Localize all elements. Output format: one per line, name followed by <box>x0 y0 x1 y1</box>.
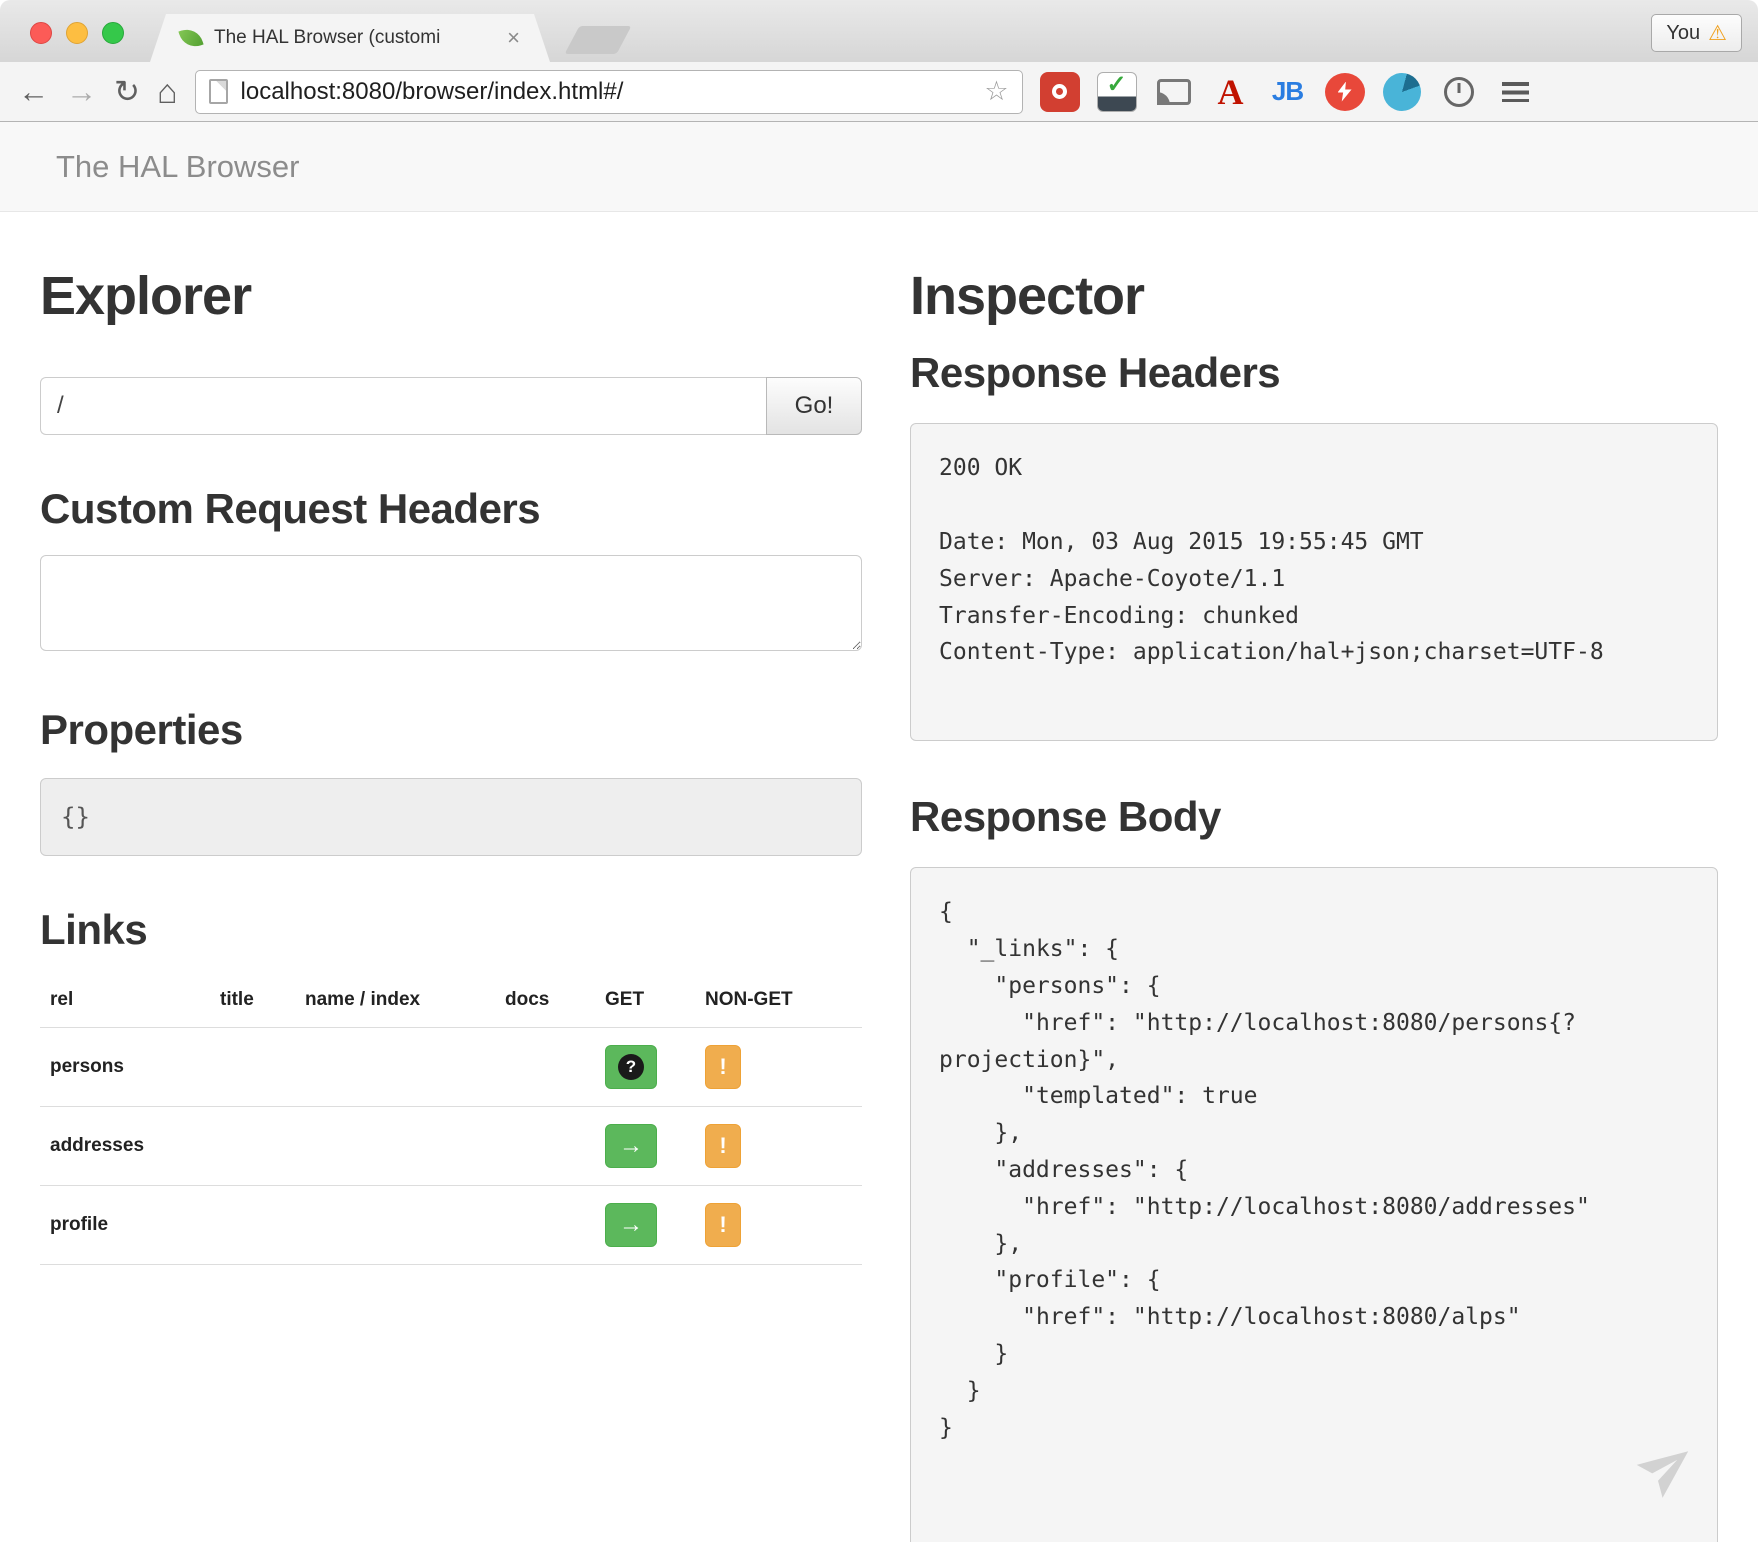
checkmark-icon: ✓ <box>1106 73 1126 97</box>
exclamation-icon: ! <box>719 1214 726 1236</box>
spring-leaf-favicon-icon <box>180 27 202 49</box>
forward-button[interactable]: → <box>66 76 97 107</box>
link-title <box>210 1027 295 1106</box>
col-header-docs: docs <box>495 973 595 1028</box>
col-header-rel: rel <box>40 973 210 1028</box>
explorer-address-input[interactable] <box>40 377 766 435</box>
bookmark-star-icon[interactable]: ☆ <box>984 76 1008 107</box>
acrobat-extension-icon[interactable]: A <box>1211 72 1251 112</box>
site-brand[interactable]: The HAL Browser <box>56 149 300 185</box>
link-title <box>210 1106 295 1185</box>
url-text[interactable]: localhost:8080/browser/index.html#/ <box>241 78 972 106</box>
arrow-right-icon: → <box>619 1213 643 1237</box>
browser-tab[interactable]: The HAL Browser (customi × <box>150 14 550 62</box>
inspector-title: Inspector <box>910 268 1718 325</box>
response-headers: 200 OK Date: Mon, 03 Aug 2015 19:55:45 G… <box>910 423 1718 741</box>
checklist-extension-icon[interactable]: ✓ <box>1097 72 1137 112</box>
explorer-address-form: Go! <box>40 377 862 435</box>
col-header-get: GET <box>595 973 695 1028</box>
tab-title: The HAL Browser (customi <box>214 27 491 49</box>
link-docs <box>495 1106 595 1185</box>
pie-circle-icon <box>1383 73 1421 111</box>
password-extension-icon[interactable] <box>1040 72 1080 112</box>
back-button[interactable]: ← <box>18 76 49 107</box>
page-icon <box>209 79 228 104</box>
menu-button[interactable] <box>1496 72 1536 112</box>
properties-title: Properties <box>40 708 862 752</box>
profile-label: You <box>1666 22 1700 45</box>
cast-extension-icon[interactable] <box>1154 72 1194 112</box>
arrow-right-icon: → <box>619 1134 643 1158</box>
link-rel: profile <box>40 1185 210 1264</box>
col-header-nonget: NON-GET <box>695 973 862 1028</box>
get-button[interactable]: → <box>605 1124 657 1168</box>
links-title: Links <box>40 908 862 952</box>
question-icon: ? <box>618 1054 644 1080</box>
home-button[interactable]: ⌂ <box>157 75 178 109</box>
bolt-extension-icon[interactable] <box>1325 73 1365 111</box>
keyhole-ring-icon <box>1052 84 1067 99</box>
profile-button[interactable]: You ⚠ <box>1651 14 1742 52</box>
tab-strip: The HAL Browser (customi × You ⚠ <box>0 0 1758 62</box>
non-get-button[interactable]: ! <box>705 1045 741 1089</box>
response-body-container: { "_links": { "persons": { "href": "http… <box>910 867 1718 1542</box>
table-row: profile → ! <box>40 1185 862 1264</box>
link-title <box>210 1185 295 1264</box>
jb-extension-icon[interactable]: JB <box>1268 72 1308 112</box>
get-button[interactable]: → <box>605 1203 657 1247</box>
response-headers-title: Response Headers <box>910 351 1718 395</box>
reload-button[interactable]: ↻ <box>114 76 140 107</box>
non-get-button[interactable]: ! <box>705 1124 741 1168</box>
col-header-title: title <box>210 973 295 1028</box>
custom-headers-textarea[interactable] <box>40 555 862 651</box>
table-row: addresses → ! <box>40 1106 862 1185</box>
inspector-panel: Inspector Response Headers 200 OK Date: … <box>910 212 1718 1542</box>
explorer-title: Explorer <box>40 268 862 325</box>
minimize-window-button[interactable] <box>66 22 88 44</box>
response-body-title: Response Body <box>910 795 1718 839</box>
exclamation-icon: ! <box>719 1056 726 1078</box>
hamburger-icon <box>1502 82 1529 102</box>
response-body: { "_links": { "persons": { "href": "http… <box>910 867 1718 1542</box>
link-docs <box>495 1185 595 1264</box>
link-rel: addresses <box>40 1106 210 1185</box>
explorer-panel: Explorer Go! Custom Request Headers Prop… <box>40 212 862 1542</box>
browser-chrome: The HAL Browser (customi × You ⚠ ← → ↻ ⌂… <box>0 0 1758 122</box>
link-name-index <box>295 1027 495 1106</box>
links-table-header-row: rel title name / index docs GET NON-GET <box>40 973 862 1028</box>
new-tab-button[interactable] <box>565 26 632 54</box>
links-table: rel title name / index docs GET NON-GET … <box>40 973 862 1265</box>
non-get-button[interactable]: ! <box>705 1203 741 1247</box>
address-bar[interactable]: localhost:8080/browser/index.html#/ ☆ <box>195 70 1023 114</box>
link-docs <box>495 1027 595 1106</box>
lightning-icon <box>1338 82 1352 102</box>
jb-letters-icon: JB <box>1272 76 1303 107</box>
get-button[interactable]: ? <box>605 1045 657 1089</box>
warning-icon: ⚠ <box>1708 23 1727 44</box>
custom-headers-title: Custom Request Headers <box>40 487 862 531</box>
go-button[interactable]: Go! <box>766 377 862 435</box>
browser-toolbar: ← → ↻ ⌂ localhost:8080/browser/index.htm… <box>0 62 1758 122</box>
cast-screen-icon <box>1157 79 1191 105</box>
fullscreen-window-button[interactable] <box>102 22 124 44</box>
link-rel: persons <box>40 1027 210 1106</box>
exclamation-icon: ! <box>719 1135 726 1157</box>
stopwatch-icon <box>1444 77 1474 107</box>
close-window-button[interactable] <box>30 22 52 44</box>
letter-a-icon: A <box>1218 71 1244 113</box>
col-header-name: name / index <box>295 973 495 1028</box>
table-row: persons ? ! <box>40 1027 862 1106</box>
site-navbar: The HAL Browser <box>0 122 1758 212</box>
timer-extension-icon[interactable] <box>1439 72 1479 112</box>
pie-extension-icon[interactable] <box>1382 72 1422 112</box>
link-name-index <box>295 1106 495 1185</box>
link-name-index <box>295 1185 495 1264</box>
main-content: Explorer Go! Custom Request Headers Prop… <box>0 212 1758 1542</box>
window-controls <box>30 22 124 44</box>
properties-value: {} <box>40 778 862 856</box>
tab-close-icon[interactable]: × <box>507 27 520 49</box>
